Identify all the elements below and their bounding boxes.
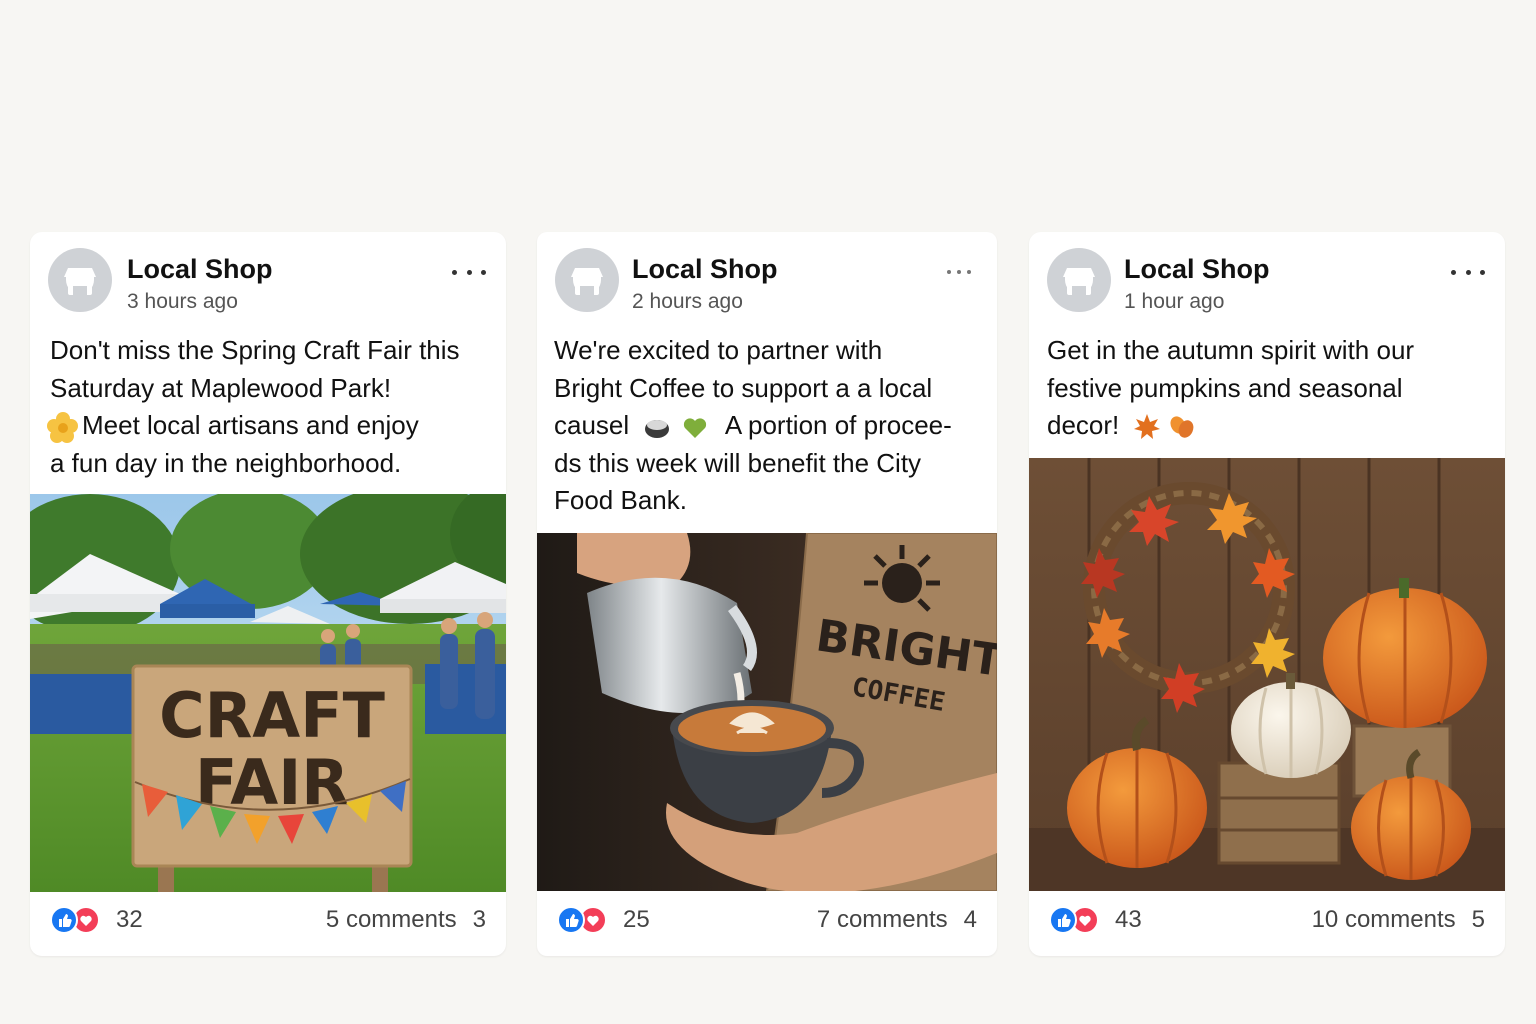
post-text: Get in the autumn spirit with our festiv… [1047, 332, 1491, 445]
comments-count[interactable]: 10 comments [1312, 906, 1456, 934]
post-image-latte-pour[interactable]: BRIGHT COFFEE [537, 533, 997, 891]
like-reaction-icon [557, 906, 585, 934]
reaction-count[interactable]: 32 [116, 906, 143, 934]
sign-text-line1: CRAFT [159, 679, 385, 752]
like-reaction-icon [1049, 906, 1077, 934]
post-footer: 25 7 comments 4 [557, 904, 977, 936]
post-image-craft-fair[interactable]: CRAFT FAIR [30, 494, 506, 892]
coffee-emoji-icon [645, 420, 670, 439]
post-footer: 43 10 comments 5 [1049, 904, 1485, 936]
shares-count[interactable]: 3 [473, 906, 486, 934]
shares-count[interactable]: 5 [1472, 906, 1485, 934]
green-heart-emoji-icon [683, 418, 706, 439]
reaction-summary[interactable] [1049, 904, 1105, 936]
store-icon [571, 268, 603, 295]
page-avatar[interactable] [555, 248, 619, 312]
post-timestamp[interactable]: 2 hours ago [632, 290, 743, 314]
comments-count[interactable]: 7 comments [817, 906, 948, 934]
post-text: We're excited to partner with Bright Cof… [554, 332, 983, 520]
post-card-bright-coffee: Local Shop 2 hours ago We're excited to … [537, 232, 997, 956]
author-name[interactable]: Local Shop [127, 254, 273, 285]
store-icon [1063, 268, 1095, 295]
post-text-line: Don't miss the Spring Craft Fair this [50, 335, 460, 365]
reaction-summary[interactable] [50, 904, 106, 936]
post-timestamp[interactable]: 1 hour ago [1124, 290, 1224, 314]
maple-leaf-emoji-icon [1133, 414, 1160, 440]
post-text-line: We're excited to partner with [554, 335, 883, 365]
reaction-count[interactable]: 25 [623, 906, 650, 934]
reaction-summary[interactable] [557, 904, 613, 936]
store-icon [64, 268, 96, 295]
post-card-autumn-decor: Local Shop 1 hour ago Get in the autumn … [1029, 232, 1505, 956]
post-text-line: A portion of procee- [724, 410, 952, 440]
post-text-line: decor! [1047, 410, 1120, 440]
reaction-count[interactable]: 43 [1115, 906, 1142, 934]
author-name[interactable]: Local Shop [632, 254, 778, 285]
flower-emoji-icon [47, 412, 78, 444]
page-avatar[interactable] [48, 248, 112, 312]
post-timestamp[interactable]: 3 hours ago [127, 290, 238, 314]
shares-count[interactable]: 4 [964, 906, 977, 934]
post-text-line: ds this week will benefit the City [554, 447, 922, 478]
post-image-pumpkins[interactable] [1029, 458, 1505, 891]
fallen-leaves-emoji-icon [1170, 416, 1194, 438]
post-text-line: a fun day in the neighborhood. [50, 447, 402, 478]
post-text-line: Meet local artisans and enjoy [82, 410, 419, 440]
author-name[interactable]: Local Shop [1124, 254, 1270, 285]
post-card-craft-fair: Local Shop 3 hours ago Don't miss the Sp… [30, 232, 506, 956]
more-options-icon[interactable] [452, 260, 486, 284]
like-reaction-icon [50, 906, 78, 934]
post-text-line: Saturday at Maplewood Park! [50, 372, 392, 403]
post-text-line: festive pumpkins and seasonal [1047, 372, 1403, 403]
post-text-line: Food Bank. [554, 485, 687, 515]
post-text: Don't miss the Spring Craft Fair this Sa… [47, 332, 492, 482]
more-options-icon[interactable] [947, 260, 971, 284]
page-avatar[interactable] [1047, 248, 1111, 312]
comments-count[interactable]: 5 comments [326, 906, 457, 934]
post-text-line: Get in the autumn spirit with our [1047, 335, 1415, 365]
post-footer: 32 5 comments 3 [50, 904, 486, 936]
post-text-line: Bright Coffee to support a a local [554, 372, 933, 403]
post-text-line: causel [554, 410, 630, 440]
more-options-icon[interactable] [1451, 260, 1485, 284]
